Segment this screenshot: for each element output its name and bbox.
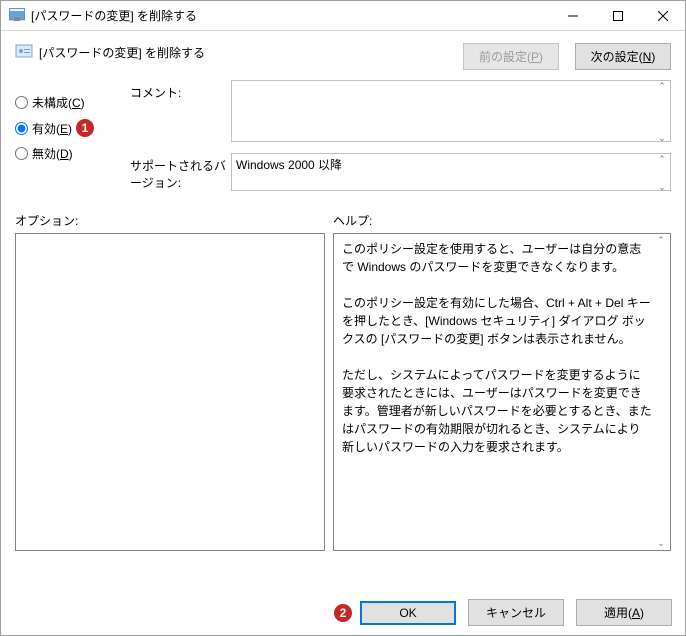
help-panel: このポリシー設定を使用すると、ユーザーは自分の意志で Windows のパスワー… — [333, 233, 671, 551]
supported-input — [231, 153, 671, 191]
supported-label: サポートされるバージョン: — [130, 153, 231, 194]
header-row: [パスワードの変更] を削除する 前の設定(P) 次の設定(N) — [1, 31, 685, 80]
cancel-button[interactable]: キャンセル — [468, 599, 564, 626]
ok-button[interactable]: OK — [360, 601, 456, 625]
next-setting-button[interactable]: 次の設定(N) — [575, 43, 671, 70]
state-radio-group: 未構成(C) 有効(E) 1 無効(D) — [15, 80, 130, 202]
page-title: [パスワードの変更] を削除する — [39, 43, 463, 61]
previous-setting-button[interactable]: 前の設定(P) — [463, 43, 559, 70]
radio-enabled[interactable]: 有効(E) 1 — [15, 119, 130, 137]
radio-disabled[interactable]: 無効(D) — [15, 145, 130, 162]
help-label: ヘルプ: — [333, 212, 372, 229]
titlebar: [パスワードの変更] を削除する — [1, 1, 685, 31]
comment-input[interactable] — [231, 80, 671, 142]
annotation-badge-2: 2 — [334, 604, 352, 622]
annotation-badge-1: 1 — [76, 119, 94, 137]
options-label: オプション: — [15, 212, 333, 229]
options-panel — [15, 233, 325, 551]
chevron-down-icon: ⌄ — [653, 538, 669, 549]
close-button[interactable] — [640, 1, 685, 30]
apply-button[interactable]: 適用(A) — [576, 599, 672, 626]
minimize-button[interactable] — [550, 1, 595, 30]
radio-not-configured[interactable]: 未構成(C) — [15, 94, 130, 111]
help-text: このポリシー設定を使用すると、ユーザーは自分の意志で Windows のパスワー… — [334, 234, 670, 462]
comment-label: コメント: — [130, 80, 231, 145]
maximize-button[interactable] — [595, 1, 640, 30]
app-icon — [9, 8, 25, 24]
chevron-up-icon: ⌃ — [653, 235, 669, 246]
window-title: [パスワードの変更] を削除する — [31, 7, 550, 24]
policy-icon — [15, 43, 33, 61]
